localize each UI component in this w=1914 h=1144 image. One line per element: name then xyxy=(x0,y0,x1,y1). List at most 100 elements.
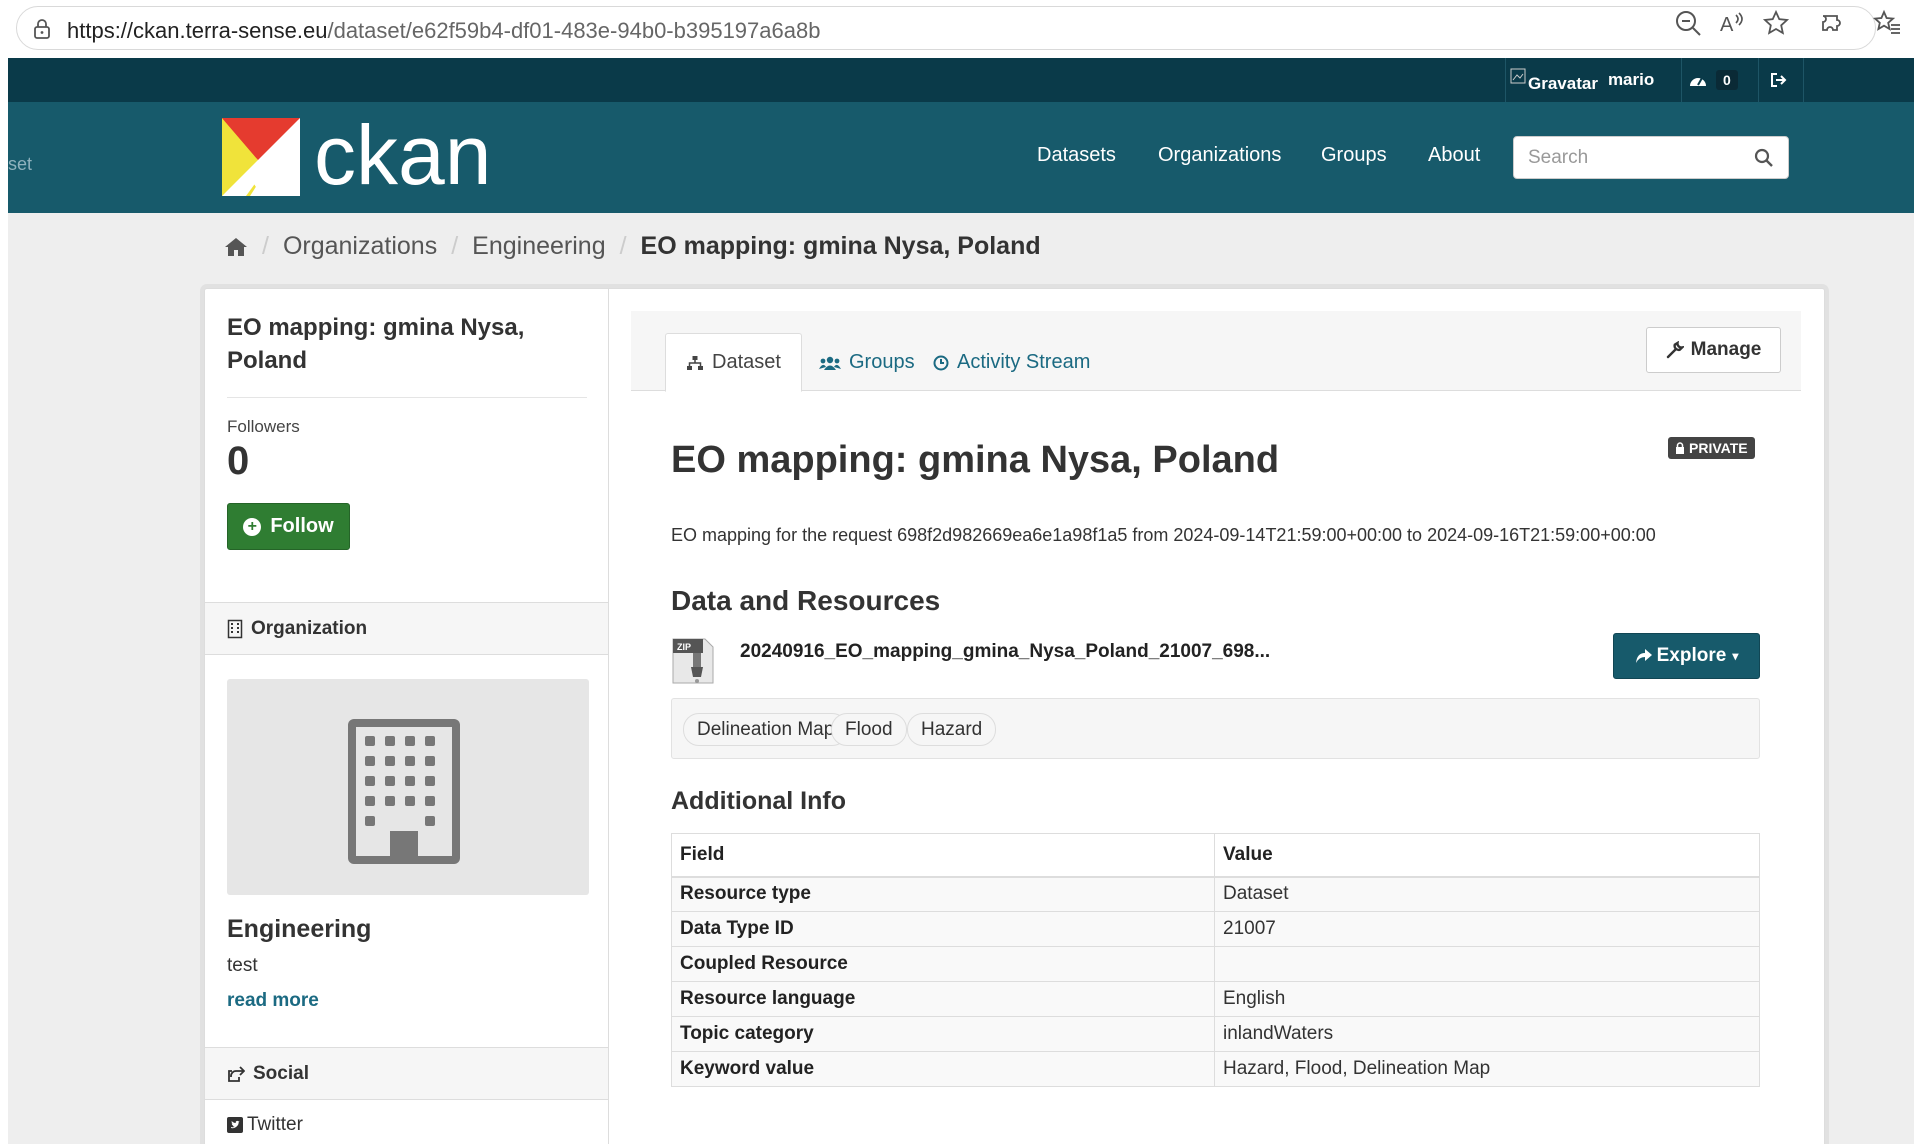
caret-down-icon: ▾ xyxy=(1732,649,1739,663)
explore-button[interactable]: Explore ▾ xyxy=(1613,633,1760,679)
breadcrumb-separator: / xyxy=(619,232,627,260)
resource-item-title[interactable]: 20240916_EO_mapping_gmina_Nysa_Poland_21… xyxy=(740,641,1270,663)
breadcrumb-separator: / xyxy=(262,232,269,260)
value-cell: English xyxy=(1214,981,1760,1017)
favorites-list-icon[interactable] xyxy=(1873,9,1901,37)
url-text[interactable]: https://ckan.terra-sense.eu/dataset/e62f… xyxy=(67,18,820,44)
dashboard-link[interactable]: 0 xyxy=(1688,58,1738,102)
svg-text:A: A xyxy=(1720,14,1734,36)
partial-text: set xyxy=(8,154,33,174)
page-header-tabs: Dataset Groups Activity Stream Manage xyxy=(631,311,1801,392)
manage-button[interactable]: Manage xyxy=(1646,327,1781,373)
content-wrapper: EO mapping: gmina Nysa, Poland Followers… xyxy=(204,288,1825,1144)
breadcrumb-current[interactable]: EO mapping: gmina Nysa, Poland xyxy=(641,232,1041,261)
zip-file-icon[interactable]: ZIP xyxy=(671,637,715,685)
account-separator xyxy=(1803,58,1804,102)
twitter-link[interactable]: Twitter xyxy=(227,1114,303,1136)
organization-name[interactable]: Engineering xyxy=(227,915,371,944)
share-icon xyxy=(228,1065,245,1082)
search-icon[interactable] xyxy=(1754,148,1774,168)
building-icon xyxy=(348,719,460,864)
organization-image[interactable] xyxy=(227,679,589,895)
organization-heading-label: Organization xyxy=(251,617,368,639)
followers-label: Followers xyxy=(227,417,300,436)
manage-label: Manage xyxy=(1690,339,1762,360)
nav-groups[interactable]: Groups xyxy=(1321,144,1387,167)
tag-flood[interactable]: Flood xyxy=(831,713,907,746)
share-arrow-icon xyxy=(1635,649,1652,663)
extensions-icon[interactable] xyxy=(1817,9,1845,37)
column-header-value: Value xyxy=(1214,833,1760,878)
field-cell: Data Type ID xyxy=(671,911,1215,947)
read-more-link[interactable]: read more xyxy=(227,990,319,1012)
explore-label: Explore xyxy=(1656,645,1727,666)
field-cell: Keyword value xyxy=(671,1051,1215,1087)
tab-dataset-label: Dataset xyxy=(712,351,781,373)
broken-image-icon xyxy=(1510,68,1526,84)
field-cell: Resource type xyxy=(671,876,1215,912)
tab-activity-stream[interactable]: Activity Stream xyxy=(913,333,1110,392)
account-separator xyxy=(1681,58,1682,102)
read-aloud-icon[interactable]: A xyxy=(1718,9,1746,37)
resources-heading: Data and Resources xyxy=(671,585,941,616)
logout-link[interactable] xyxy=(1770,58,1788,102)
ckan-logo[interactable]: ckan xyxy=(222,108,512,202)
tag-list: Delineation Map Flood Hazard xyxy=(671,698,1760,759)
browser-toolbar: https://ckan.terra-sense.eu/dataset/e62f… xyxy=(0,0,1914,58)
dataset-description: EO mapping for the request 698f2d982669e… xyxy=(671,525,1656,545)
building-icon xyxy=(227,619,243,638)
private-label: PRIVATE xyxy=(1689,440,1748,456)
table-header-row: Field Value xyxy=(671,833,1760,878)
field-cell: Resource language xyxy=(671,981,1215,1017)
divider xyxy=(227,397,587,398)
tab-groups-label: Groups xyxy=(849,351,915,373)
breadcrumb-organizations[interactable]: Organizations xyxy=(283,232,437,261)
lock-icon[interactable] xyxy=(31,18,53,40)
table-row: Resource type Dataset xyxy=(671,876,1760,912)
tag-hazard[interactable]: Hazard xyxy=(907,713,997,746)
table-row: Data Type ID 21007 xyxy=(671,911,1760,947)
wrench-icon xyxy=(1666,341,1684,359)
account-masthead: Gravatar mario 0 xyxy=(8,58,1914,102)
table-row: Keyword value Hazard, Flood, Delineation … xyxy=(671,1051,1760,1087)
table-row: Topic category inlandWaters xyxy=(671,1016,1760,1052)
additional-info-heading: Additional Info xyxy=(671,787,846,815)
clock-icon xyxy=(933,355,949,370)
twitter-icon xyxy=(227,1117,243,1133)
home-icon[interactable] xyxy=(224,237,248,257)
dashboard-icon xyxy=(1690,77,1706,86)
username: mario xyxy=(1607,70,1655,89)
organization-description: test xyxy=(227,955,258,976)
breadcrumb-engineering[interactable]: Engineering xyxy=(472,232,605,261)
sidebar: EO mapping: gmina Nysa, Poland Followers… xyxy=(205,289,609,1144)
tab-dataset[interactable]: Dataset xyxy=(665,333,802,392)
sign-out-icon xyxy=(1771,73,1787,87)
search-input[interactable] xyxy=(1526,146,1746,170)
table-row: Coupled Resource xyxy=(671,946,1760,982)
address-bar[interactable]: https://ckan.terra-sense.eu/dataset/e62f… xyxy=(16,6,1876,50)
zip-label: ZIP xyxy=(677,642,691,652)
user-account-link[interactable]: Gravatar mario xyxy=(1510,58,1654,102)
avatar: Gravatar xyxy=(1510,66,1598,94)
breadcrumb: / Organizations / Engineering / EO mappi… xyxy=(224,232,1041,261)
field-cell: Topic category xyxy=(671,1016,1215,1052)
ckan-logo-icon: ckan xyxy=(222,108,491,202)
tab-activity-label: Activity Stream xyxy=(957,351,1091,373)
organization-heading: Organization xyxy=(205,602,608,655)
nav-about[interactable]: About xyxy=(1428,144,1480,167)
notification-count: 0 xyxy=(1716,70,1738,90)
nav-organizations[interactable]: Organizations xyxy=(1158,144,1281,167)
followers-count: 0 xyxy=(227,439,250,483)
value-cell: Dataset xyxy=(1214,876,1760,912)
tag-delineation-map[interactable]: Delineation Map xyxy=(683,713,849,746)
nav-datasets[interactable]: Datasets xyxy=(1037,144,1116,167)
value-cell: 21007 xyxy=(1214,911,1760,947)
follow-button[interactable]: + Follow xyxy=(227,503,350,550)
favorite-star-icon[interactable] xyxy=(1762,9,1790,37)
plus-circle-icon: + xyxy=(243,517,262,536)
zoom-out-icon[interactable] xyxy=(1674,9,1702,37)
lock-icon xyxy=(1676,442,1684,454)
account-separator xyxy=(1758,58,1759,102)
private-badge: PRIVATE xyxy=(1668,437,1755,459)
social-heading: Social xyxy=(205,1047,608,1100)
